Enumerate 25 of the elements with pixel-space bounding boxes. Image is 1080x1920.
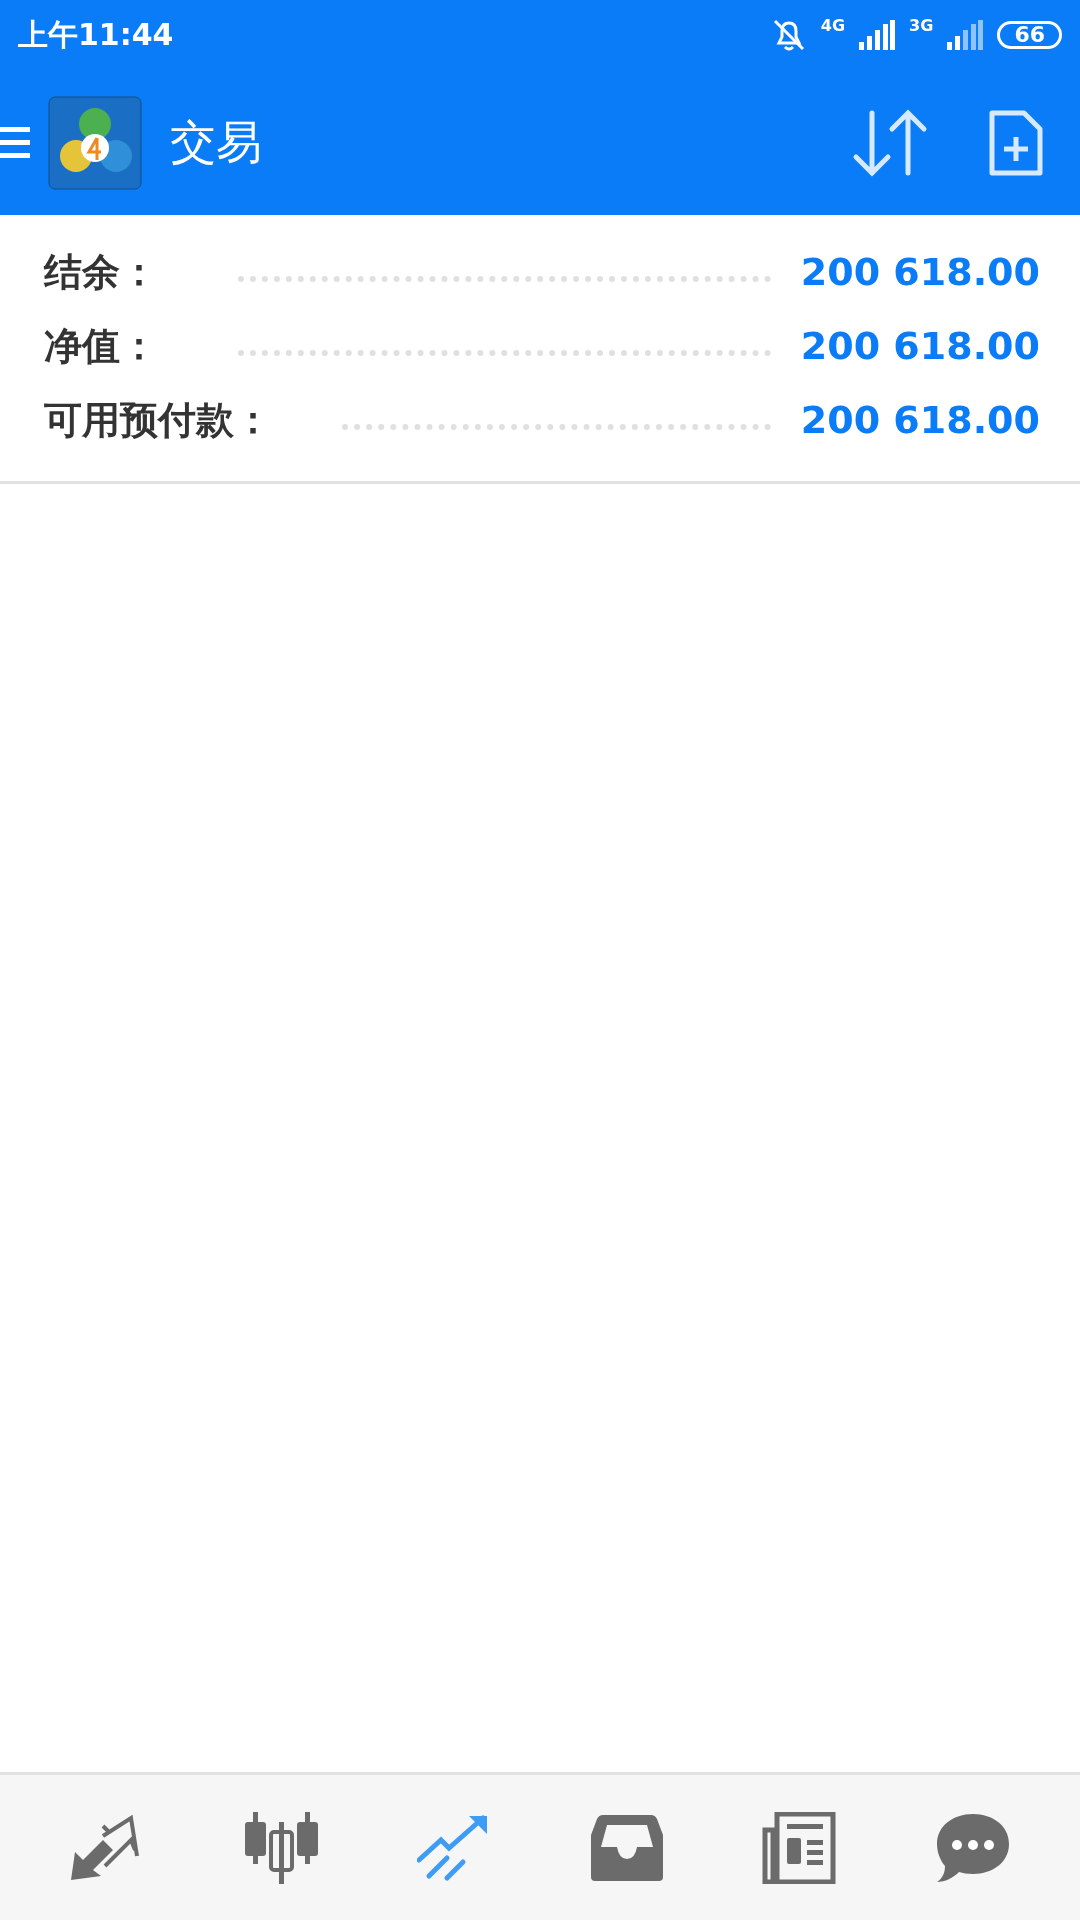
summary-value: 200 618.00 [800, 398, 1040, 442]
signal-icon [859, 20, 896, 50]
status-time: 上午11:44 [18, 15, 175, 54]
nav-tab[interactable] [243, 1811, 319, 1884]
app-logo-icon [48, 95, 142, 190]
new-order-button[interactable] [988, 108, 1044, 177]
signal-icon [947, 20, 984, 50]
page-title: 交易 [170, 113, 263, 171]
network-type: 3G [909, 16, 934, 35]
battery-level: 66 [997, 21, 1062, 49]
chat-icon [935, 1811, 1011, 1884]
nav-tab[interactable] [761, 1811, 837, 1884]
summary-label: 净值： [44, 322, 158, 370]
summary-label: 可用预付款： [44, 396, 272, 444]
newspaper-icon [761, 1811, 837, 1884]
nav-tab[interactable] [935, 1811, 1011, 1884]
inbox-icon [591, 1814, 663, 1881]
network-type: 4G [820, 16, 846, 35]
summary-value: 200 618.00 [800, 250, 1040, 294]
sort-button[interactable] [852, 108, 928, 177]
candlestick-icon [243, 1811, 319, 1884]
summary-label: 结余： [44, 248, 158, 296]
summary-value: 200 618.00 [800, 324, 1040, 368]
nav-tab[interactable] [591, 1814, 663, 1881]
menu-button[interactable] [0, 124, 30, 161]
